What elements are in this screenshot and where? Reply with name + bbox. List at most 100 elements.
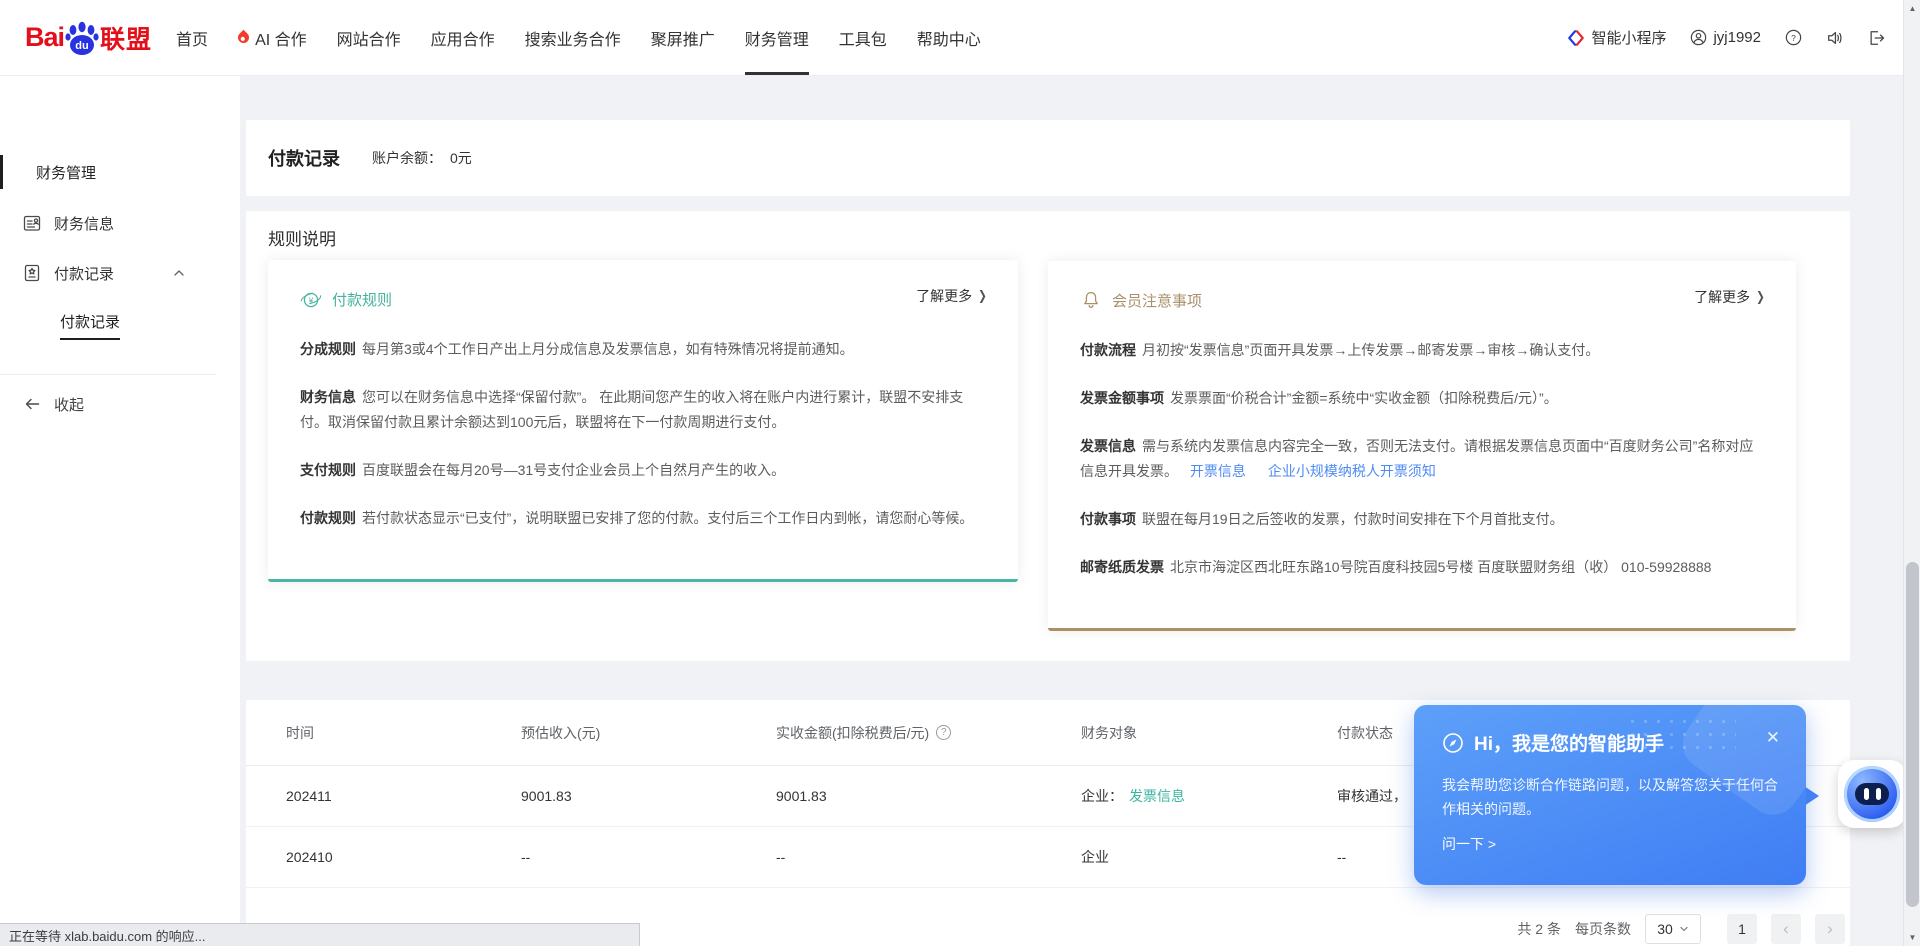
member-notes-title: 会员注意事项 — [1112, 290, 1202, 311]
next-page-button[interactable]: › — [1815, 914, 1845, 944]
nav-item-screen-promo[interactable]: 聚屏推广 — [651, 0, 715, 75]
sidebar-title[interactable]: 财务管理 — [0, 155, 240, 189]
assistant-popup: Hi，我是您的智能助手 ✕ 我会帮助您诊断合作链路问题，以及解答您关于任何合作相… — [1414, 705, 1806, 885]
member-notes-card: 会员注意事项 了解更多❯ 付款流程月初按“发票信息”页面开具发票→上传发票→邮寄… — [1048, 261, 1796, 631]
cell-finance-target: 企业 — [1081, 847, 1337, 867]
cell-time: 202410 — [286, 849, 521, 865]
nav-items: 首页 AI 合作 网站合作 应用合作 搜索业务合作 聚屏推广 财务管理 工具包 … — [176, 0, 1011, 75]
page: Bai du 联盟 首页 AI 合作 网站合作 应用合作 搜索业务合作 聚屏推广 — [0, 0, 1920, 946]
nav-right: 智能小程序 jyj1992 ? — [1567, 27, 1886, 48]
nav-item-finance[interactable]: 财务管理 — [745, 0, 809, 75]
assistant-header: Hi，我是您的智能助手 ✕ — [1442, 729, 1778, 756]
column-header-finance-target: 财务对象 — [1081, 723, 1337, 743]
sidebar-collapse-button[interactable]: 收起 — [0, 387, 240, 421]
invoice-info-link[interactable]: 发票信息 — [1129, 786, 1185, 806]
user-account[interactable]: jyj1992 — [1690, 29, 1761, 46]
rule-item: 分成规则每月第3或4个工作日产出上月分成信息及发票信息，如有特殊情况将提前通知。 — [300, 337, 986, 362]
close-icon[interactable]: ✕ — [1766, 729, 1780, 746]
column-header-estimated: 预估收入(元) — [521, 723, 776, 743]
browser-status-bar: 正在等待 xlab.baidu.com 的响应... — [0, 923, 640, 946]
robot-eyes — [1855, 783, 1889, 805]
svg-text:du: du — [75, 40, 88, 52]
logout-icon[interactable] — [1868, 29, 1886, 47]
compass-icon — [1442, 732, 1464, 754]
status-text: 正在等待 xlab.baidu.com 的响应... — [9, 926, 206, 945]
payment-record-icon — [22, 263, 42, 283]
chevron-right-icon: ❯ — [978, 288, 987, 304]
nav-item-app[interactable]: 应用合作 — [431, 0, 495, 75]
payment-rules-card: ¥ 付款规则 了解更多❯ 分成规则每月第3或4个工作日产出上月分成信息及发票信息… — [268, 260, 1018, 582]
nav-item-search-biz[interactable]: 搜索业务合作 — [525, 0, 621, 75]
cell-actual: -- — [776, 849, 1081, 865]
prev-page-button[interactable]: ‹ — [1771, 914, 1801, 944]
logo-text-bai: Bai — [25, 22, 64, 53]
member-notes-more-link[interactable]: 了解更多❯ — [1694, 287, 1766, 307]
nav-item-help-center[interactable]: 帮助中心 — [917, 0, 981, 75]
per-page-select[interactable]: 30 — [1645, 914, 1701, 944]
svg-text:?: ? — [1791, 33, 1796, 43]
rule-item: 付款事项联盟在每月19日之后签收的发票，付款时间安排在下个月首批支付。 — [1080, 507, 1764, 532]
sidebar-item-finance-info[interactable]: 财务信息 — [0, 206, 240, 240]
chevron-up-icon[interactable] — [172, 266, 186, 280]
chevron-down-icon — [1679, 924, 1689, 934]
assistant-body: 我会帮助您诊断合作链路问题，以及解答您关于任何合作相关的问题。 — [1442, 773, 1778, 821]
assistant-popup-pointer — [1804, 786, 1829, 806]
top-nav: Bai du 联盟 首页 AI 合作 网站合作 应用合作 搜索业务合作 聚屏推广 — [0, 0, 1920, 76]
payment-rules-more-link[interactable]: 了解更多❯ — [916, 286, 988, 306]
rule-item: 支付规则百度联盟会在每月20号—31号支付企业会员上个自然月产生的收入。 — [300, 458, 986, 483]
rule-item: 发票信息需与系统内发票信息内容完全一致，否则无法支付。请根据发票信息页面中“百度… — [1080, 434, 1764, 484]
account-balance: 账户余额： 0元 — [372, 148, 472, 168]
help-icon[interactable]: ? — [1785, 29, 1802, 46]
miniapp-entry[interactable]: 智能小程序 — [1567, 27, 1666, 48]
baidu-union-logo[interactable]: Bai du 联盟 — [25, 20, 152, 56]
question-circle-icon[interactable]: ? — [936, 725, 951, 740]
rule-item: 财务信息您可以在财务信息中选择“保留付款”。 在此期间您产生的收入将在账户内进行… — [300, 385, 986, 435]
nav-item-ai[interactable]: AI 合作 — [238, 0, 307, 75]
miniapp-icon — [1567, 29, 1585, 47]
payment-rules-header: ¥ 付款规则 — [300, 288, 986, 310]
robot-avatar-face — [1844, 766, 1900, 822]
sidebar-subitem-payment-record[interactable]: 付款记录 — [60, 306, 120, 340]
rules-section-card: 规则说明 ¥ 付款规则 了解更多❯ 分成规则每月第3或4个工作日产出上月分成信息… — [246, 211, 1850, 661]
rules-section-title: 规则说明 — [268, 225, 1828, 250]
sound-icon[interactable] — [1826, 29, 1844, 47]
page-header-card: 付款记录 账户余额： 0元 — [246, 120, 1850, 196]
sidebar: 财务管理 财务信息 付款记录 — [0, 76, 240, 946]
rule-item: 发票金额事项发票票面“价税合计”金额=系统中“实收金额（扣除税费后/元）”。 — [1080, 386, 1764, 411]
pagination-per-page-label: 每页条数 — [1575, 919, 1631, 939]
flame-icon — [236, 30, 252, 46]
sidebar-item-payment-record[interactable]: 付款记录 — [0, 256, 240, 290]
rule-item: 付款流程月初按“发票信息”页面开具发票→上传发票→邮寄发票→审核→确认支付。 — [1080, 338, 1764, 363]
cell-actual: 9001.83 — [776, 788, 1081, 804]
balance-label: 账户余额： — [372, 148, 442, 168]
cell-estimated: 9001.83 — [521, 788, 776, 804]
column-header-time: 时间 — [286, 723, 521, 743]
cell-time: 202411 — [286, 788, 521, 804]
small-taxpayer-notice-link[interactable]: 企业小规模纳税人开票须知 — [1268, 463, 1436, 479]
pagination-total: 共 2 条 — [1517, 919, 1561, 939]
nav-item-website[interactable]: 网站合作 — [337, 0, 401, 75]
rule-item: 邮寄纸质发票北京市海淀区西北旺东路10号院百度科技园5号楼 百度联盟财务组（收）… — [1080, 555, 1764, 580]
nav-item-toolkit[interactable]: 工具包 — [839, 0, 887, 75]
column-header-actual: 实收金额(扣除税费后/元) ? — [776, 723, 1081, 743]
rule-item: 付款规则若付款状态显示“已支付”，说明联盟已安排了您的付款。支付后三个工作日内到… — [300, 506, 986, 531]
user-icon — [1690, 29, 1707, 46]
page-number-button[interactable]: 1 — [1727, 914, 1757, 944]
collapse-icon — [22, 394, 42, 414]
page-scrollbar[interactable]: ▲ ▼ — [1903, 0, 1920, 946]
cell-finance-target: 企业： 发票信息 — [1081, 786, 1337, 806]
nav-item-home[interactable]: 首页 — [176, 0, 208, 75]
scrollbar-up-arrow[interactable]: ▲ — [1904, 0, 1920, 17]
scrollbar-down-arrow[interactable]: ▼ — [1904, 929, 1920, 946]
sidebar-divider — [0, 374, 216, 375]
robot-avatar[interactable] — [1838, 760, 1906, 828]
logo-text-union: 联盟 — [100, 20, 152, 56]
baidu-paw-icon: du — [65, 20, 99, 56]
chevron-right-icon: ❯ — [1756, 289, 1765, 305]
invoice-info-link[interactable]: 开票信息 — [1190, 463, 1246, 479]
balance-value: 0元 — [450, 148, 472, 168]
payment-rules-title: 付款规则 — [332, 289, 392, 310]
scrollbar-thumb[interactable] — [1906, 562, 1919, 907]
assistant-title: Hi，我是您的智能助手 — [1474, 729, 1664, 756]
assistant-ask-link[interactable]: 问一下 > — [1442, 834, 1778, 854]
